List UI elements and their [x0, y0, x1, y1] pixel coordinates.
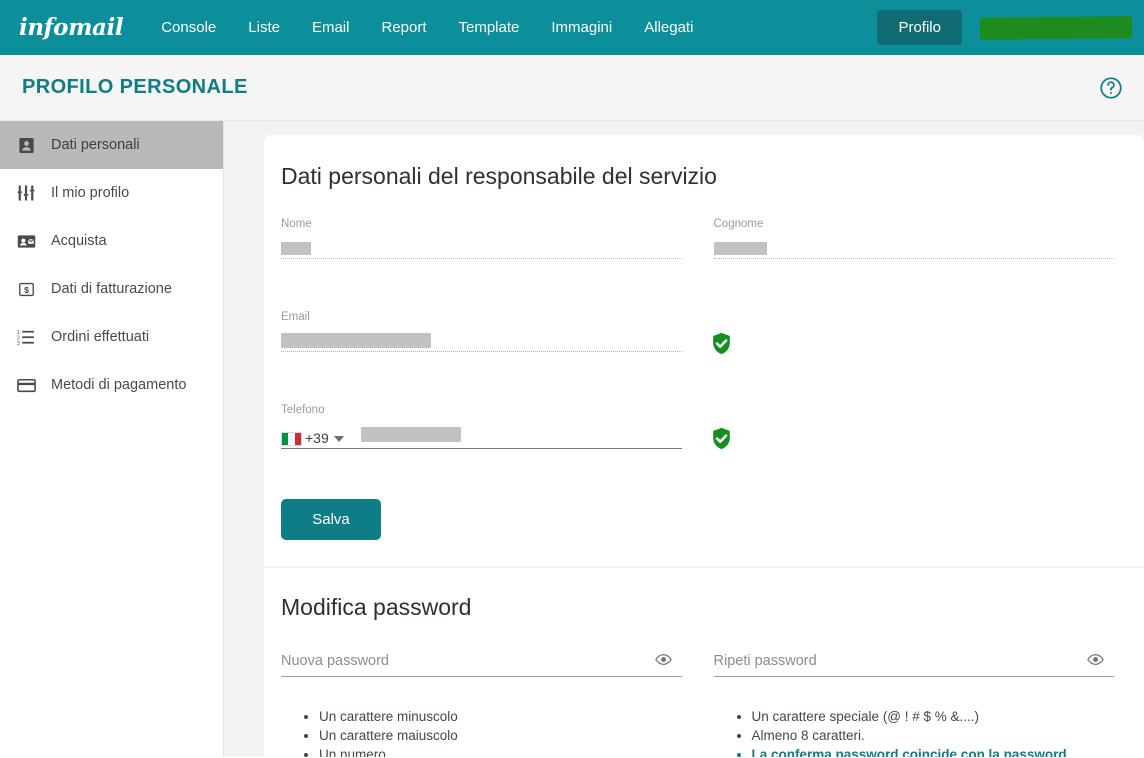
credit-card-icon: [14, 373, 38, 397]
telefono-underline: [281, 448, 682, 449]
main-content: Dati personali del responsabile del serv…: [224, 121, 1144, 757]
redacted-nome-value: [281, 242, 311, 255]
infomail-logo[interactable]: infomail: [14, 14, 124, 41]
nav-link-email[interactable]: Email: [296, 11, 366, 44]
cognome-field[interactable]: Cognome: [713, 218, 1114, 265]
email-underline: [281, 351, 682, 352]
requirement-item: Un numero: [319, 745, 682, 757]
nav-link-console[interactable]: Console: [145, 11, 232, 44]
redacted-telefono-value: [360, 427, 461, 442]
dial-code: +39: [305, 430, 329, 446]
sidebar-item-label: Dati di fatturazione: [51, 281, 172, 297]
top-navbar: infomail Console Liste Email Report Temp…: [0, 0, 1144, 55]
repeat-password-input[interactable]: [713, 651, 1114, 677]
nav-link-template[interactable]: Template: [443, 11, 536, 44]
chevron-down-icon[interactable]: [333, 436, 344, 442]
card-title-personal-data: Dati personali del responsabile del serv…: [281, 163, 717, 189]
nav-link-allegati[interactable]: Allegati: [628, 11, 709, 44]
page-body: Dati personali Il mio profilo Acquista $…: [0, 121, 1144, 757]
requirements-right-column: Un carattere speciale (@ ! # $ % &....) …: [714, 707, 1115, 757]
page-header: PROFILO PERSONALE: [0, 55, 1144, 121]
new-password-field: [281, 651, 682, 677]
money-box-icon: $: [14, 277, 38, 301]
page-title: PROFILO PERSONALE: [22, 76, 248, 98]
sidebar-item-metodi-di-pagamento[interactable]: Metodi di pagamento: [0, 361, 223, 409]
personal-data-card: Dati personali del responsabile del serv…: [264, 135, 1144, 566]
eye-icon[interactable]: [1087, 651, 1104, 668]
password-requirements-row: Un carattere minuscolo Un carattere maiu…: [281, 707, 1114, 757]
sidebar-item-label: Il mio profilo: [51, 185, 130, 201]
telefono-row: Telefono +39: [281, 404, 1114, 455]
sidebar-item-dati-personali[interactable]: Dati personali: [0, 121, 223, 169]
cognome-label: Cognome: [713, 218, 764, 230]
nav-link-liste[interactable]: Liste: [232, 11, 296, 44]
sidebar-item-ordini-effettuati[interactable]: 1 2 3 Ordini effettuati: [0, 313, 223, 361]
numbered-list-icon: 1 2 3: [14, 325, 38, 349]
profile-button[interactable]: Profilo: [877, 10, 962, 45]
sidebar-item-label: Acquista: [51, 233, 107, 249]
nome-field[interactable]: Nome: [281, 218, 682, 265]
contact-person-icon: [14, 133, 38, 157]
contact-mail-icon: [14, 229, 38, 253]
sidebar-item-label: Ordini effettuati: [51, 329, 150, 345]
sliders-icon: [14, 181, 38, 205]
sidebar-item-il-mio-profilo[interactable]: Il mio profilo: [0, 169, 223, 217]
nome-underline: [281, 258, 682, 259]
sidebar-item-label: Metodi di pagamento: [51, 377, 187, 393]
svg-text:$: $: [24, 284, 29, 294]
card-title-password: Modifica password: [281, 594, 472, 620]
telefono-field[interactable]: Telefono +39: [281, 404, 730, 455]
telefono-label: Telefono: [281, 404, 325, 416]
requirement-item: Almeno 8 caratteri.: [752, 726, 1115, 745]
nav-link-immagini[interactable]: Immagini: [535, 11, 628, 44]
password-inputs-row: [281, 651, 1114, 677]
redacted-email-value: [281, 333, 431, 348]
italy-flag-icon: [281, 432, 302, 446]
requirement-item: Un carattere speciale (@ ! # $ % &....): [752, 707, 1115, 726]
nome-label: Nome: [281, 218, 312, 230]
email-label: Email: [281, 311, 310, 323]
sidebar-item-dati-di-fatturazione[interactable]: $ Dati di fatturazione: [0, 265, 223, 313]
requirement-item: Un carattere minuscolo: [319, 707, 682, 726]
question-circle-icon[interactable]: [1098, 75, 1124, 101]
row-spacer-2: [281, 358, 1114, 404]
new-password-input[interactable]: [281, 651, 682, 677]
navbar-right-group: Profilo: [877, 0, 1136, 55]
telefono-right-spacer: [714, 404, 1115, 455]
redacted-cognome-value: [713, 242, 767, 255]
repeat-password-field: [713, 651, 1114, 677]
name-row: Nome Cognome: [281, 218, 1114, 265]
requirements-left-column: Un carattere minuscolo Un carattere maiu…: [281, 707, 682, 757]
email-row: Email: [281, 311, 1114, 358]
main-nav-links: Console Liste Email Report Template Imma…: [145, 11, 709, 44]
sidebar: Dati personali Il mio profilo Acquista $…: [0, 121, 224, 757]
cognome-underline: [713, 258, 1114, 259]
email-field[interactable]: Email: [281, 311, 730, 358]
nav-link-report[interactable]: Report: [365, 11, 442, 44]
svg-text:3: 3: [17, 341, 20, 347]
email-right-spacer: [714, 311, 1115, 358]
requirement-item: Un carattere maiuscolo: [319, 726, 682, 745]
password-card: Modifica password Nuova password Ripeti …: [264, 568, 1144, 757]
eye-icon[interactable]: [654, 651, 672, 668]
requirement-item-satisfied: La conferma password coincide con la pas…: [752, 745, 1115, 757]
save-button[interactable]: Salva: [281, 499, 381, 540]
sidebar-item-acquista[interactable]: Acquista: [0, 217, 223, 265]
row-spacer: [281, 265, 1114, 311]
redacted-account-name: [980, 15, 1132, 40]
sidebar-item-label: Dati personali: [51, 137, 140, 153]
